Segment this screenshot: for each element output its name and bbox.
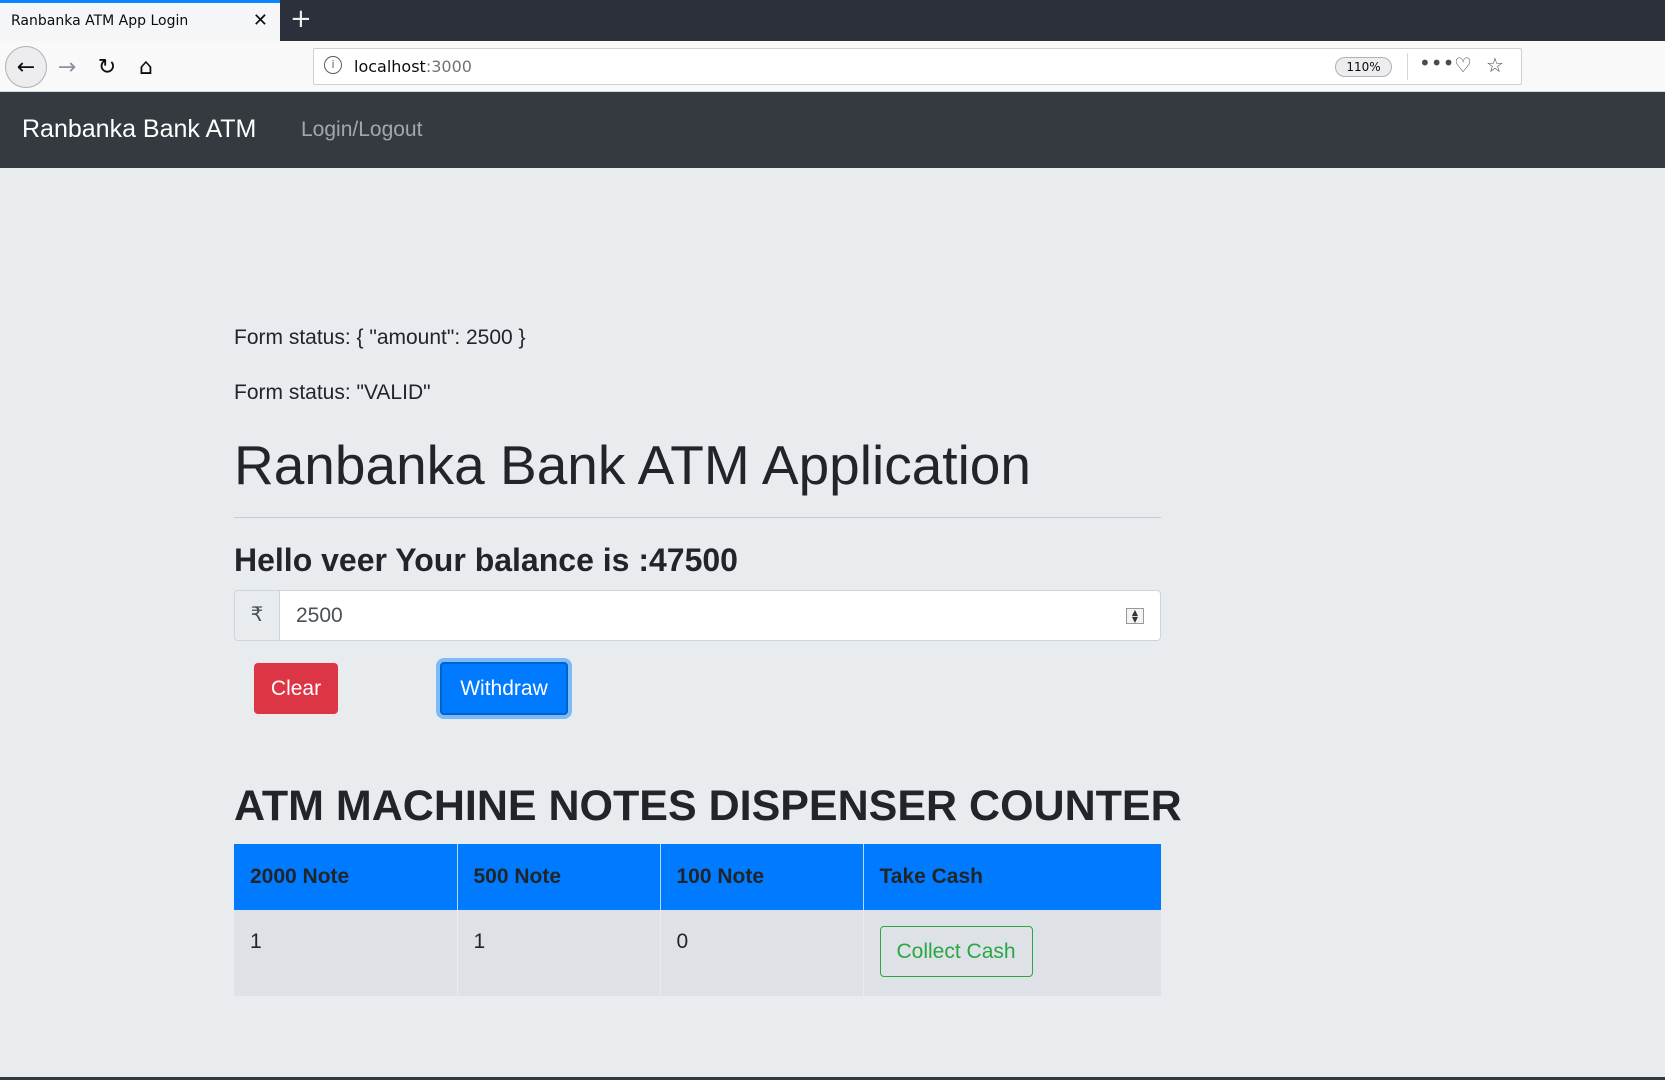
browser-tab[interactable]: Ranbanka ATM App Login ✕	[0, 0, 280, 41]
dispenser-counter-title: ATM MACHINE NOTES DISPENSER COUNTER	[234, 782, 1182, 830]
app-navbar: Ranbanka Bank ATM Login/Logout	[0, 92, 1665, 168]
url-port: :3000	[425, 57, 472, 76]
url-divider	[1407, 53, 1408, 80]
tab-title: Ranbanka ATM App Login	[11, 13, 189, 29]
forward-arrow-icon[interactable]: →	[48, 48, 86, 86]
login-logout-link[interactable]: Login/Logout	[301, 118, 422, 142]
home-icon[interactable]: ⌂	[127, 48, 165, 86]
count-2000-note: 1	[234, 910, 458, 996]
withdraw-button[interactable]: Withdraw	[440, 662, 568, 715]
balance-greeting: Hello veer Your balance is :47500	[234, 542, 738, 578]
info-icon[interactable]: i	[324, 56, 342, 74]
count-100-note: 0	[660, 910, 864, 996]
browser-tab-bar: Ranbanka ATM App Login ✕ +	[0, 0, 1665, 41]
url-text[interactable]: localhost:3000	[354, 57, 472, 76]
amount-input[interactable]: 2500 ▲ ▼	[279, 590, 1161, 641]
divider	[234, 517, 1161, 518]
close-tab-icon[interactable]: ✕	[253, 10, 268, 31]
header-take-cash: Take Cash	[863, 844, 1161, 910]
rupee-icon: ₹	[234, 590, 280, 641]
form-status-value: Form status: { "amount": 2500 }	[234, 326, 526, 349]
amount-input-group: ₹ 2500 ▲ ▼	[234, 590, 1161, 641]
header-2000-note: 2000 Note	[234, 844, 458, 910]
pocket-icon[interactable]: ♡	[1454, 53, 1472, 77]
url-host: localhost	[354, 57, 426, 76]
zoom-badge[interactable]: 110%	[1335, 57, 1392, 77]
collect-cash-button[interactable]: Collect Cash	[879, 926, 1033, 977]
new-tab-icon[interactable]: +	[290, 4, 312, 34]
clear-button[interactable]: Clear	[254, 663, 338, 714]
header-100-note: 100 Note	[660, 844, 864, 910]
navbar-brand[interactable]: Ranbanka Bank ATM	[22, 115, 256, 144]
table-header-row: 2000 Note 500 Note 100 Note Take Cash	[234, 844, 1161, 910]
page-title: Ranbanka Bank ATM Application	[234, 434, 1031, 496]
back-arrow-icon[interactable]: ←	[5, 46, 47, 88]
notes-dispenser-table: 2000 Note 500 Note 100 Note Take Cash 1 …	[234, 844, 1161, 996]
reload-icon[interactable]: ↻	[88, 48, 126, 86]
count-500-note: 1	[457, 910, 661, 996]
bookmark-star-icon[interactable]: ☆	[1486, 53, 1504, 77]
url-bar[interactable]: i localhost:3000 110% ••• ♡ ☆	[313, 48, 1522, 85]
amount-value: 2500	[296, 604, 343, 627]
take-cash-cell: Collect Cash	[863, 910, 1161, 996]
more-actions-icon[interactable]: •••	[1419, 51, 1454, 75]
browser-toolbar: ← → ↻ ⌂ i localhost:3000 110% ••• ♡ ☆	[0, 41, 1665, 92]
number-spinner-icon[interactable]: ▲ ▼	[1126, 608, 1144, 624]
form-status-validity: Form status: "VALID"	[234, 381, 431, 404]
table-row: 1 1 0 Collect Cash	[234, 910, 1161, 996]
header-500-note: 500 Note	[457, 844, 661, 910]
